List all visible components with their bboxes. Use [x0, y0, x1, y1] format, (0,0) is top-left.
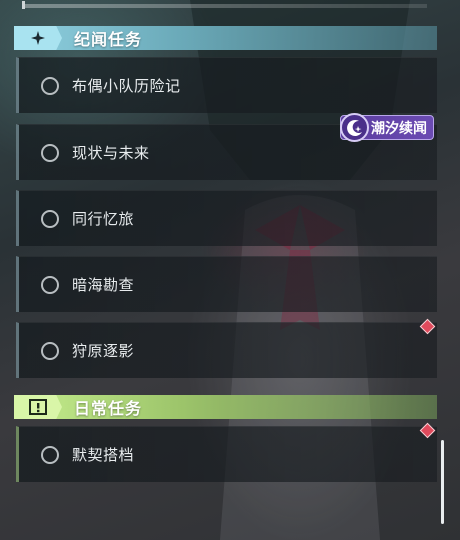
section-title: 日常任务 [74, 399, 143, 418]
crescent-star-icon [340, 113, 369, 142]
quest-name: 默契搭档 [72, 446, 135, 464]
quest-name: 布偶小队历险记 [72, 77, 181, 95]
incomplete-circle-icon [41, 341, 59, 360]
scrollbar[interactable] [441, 440, 444, 524]
event-badge-label: 潮汐续闻 [371, 120, 427, 137]
quest-name: 狩原逐影 [72, 342, 135, 360]
quest-name: 现状与未来 [72, 144, 150, 162]
quest-list-panel: 纪闻任务 布偶小队历险记 现状与未来 同行忆旅 暗海勘查 狩原逐影 日常任务 默… [0, 0, 460, 540]
incomplete-circle-icon [41, 275, 59, 294]
quest-row[interactable]: 同行忆旅 [16, 190, 437, 246]
section-icon-box [14, 26, 62, 50]
quest-row[interactable]: 狩原逐影 [16, 322, 437, 378]
quest-row[interactable]: 布偶小队历险记 [16, 57, 437, 113]
section-header-lore: 纪闻任务 [14, 26, 437, 50]
top-divider [22, 1, 427, 9]
incomplete-circle-icon [41, 209, 59, 228]
incomplete-circle-icon [41, 76, 59, 95]
quest-row[interactable]: 默契搭档 [16, 426, 437, 482]
section-header-daily: 日常任务 [14, 395, 437, 419]
quest-name: 暗海勘查 [72, 276, 135, 294]
section-title: 纪闻任务 [74, 30, 143, 49]
quest-row[interactable]: 暗海勘查 [16, 256, 437, 312]
sparkle-icon [31, 31, 45, 45]
incomplete-circle-icon [41, 445, 59, 464]
event-badge[interactable]: 潮汐续闻 [340, 113, 434, 142]
incomplete-circle-icon [41, 143, 59, 162]
quest-name: 同行忆旅 [72, 210, 135, 228]
exclamation-box-icon [29, 399, 47, 415]
section-icon-box [14, 395, 62, 419]
